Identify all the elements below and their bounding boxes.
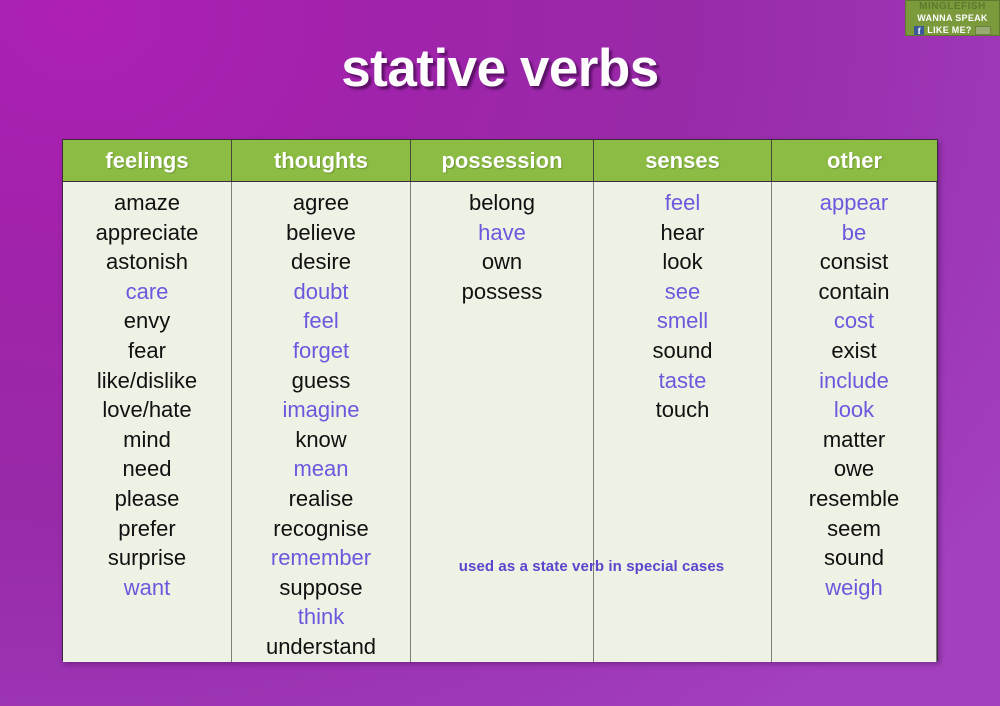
column-header-feelings: feelings [63, 140, 232, 181]
verb-item: resemble [808, 485, 900, 511]
verb-item: suppose [279, 574, 363, 600]
brand-tagline-line2: LIKE ME? [927, 25, 972, 35]
brand-flag-icon [974, 26, 991, 35]
verb-item: prefer [118, 515, 176, 541]
verb-item: hear [660, 219, 705, 245]
verb-item: cost [833, 308, 875, 334]
verb-item: realise [288, 485, 354, 511]
verb-item: guess [291, 367, 351, 393]
verb-item: consist [819, 249, 889, 275]
verb-item: feel [664, 190, 701, 215]
page-title: stative verbs [341, 39, 659, 98]
verb-item: doubt [293, 278, 349, 304]
verb-item: envy [123, 308, 171, 334]
verb-item: recognise [273, 515, 369, 541]
verb-item: sound [824, 545, 884, 571]
verb-item: taste [658, 367, 707, 393]
verb-item: look [662, 249, 703, 275]
stative-verbs-table: feelings thoughts possession senses othe… [62, 139, 938, 662]
verb-item: mind [123, 426, 171, 452]
column-header-thoughts: thoughts [232, 140, 411, 181]
verb-item: surprise [107, 545, 187, 571]
verb-item: touch [655, 397, 710, 423]
verb-item: possess [461, 278, 543, 304]
verb-item: astonish [106, 249, 188, 275]
verb-item: care [125, 278, 169, 304]
minglefish-brand-badge[interactable]: MINGLEFISH WANNA SPEAK f LIKE ME? [905, 0, 1000, 36]
verb-item: matter [822, 426, 886, 452]
verb-item: forget [292, 337, 350, 363]
verb-item: mean [293, 456, 349, 482]
verb-item: exist [831, 337, 877, 363]
verb-item: seem [827, 515, 881, 541]
verb-item: feel [303, 308, 339, 334]
verb-item: contain [818, 278, 890, 304]
verb-item: like/dislike [96, 367, 198, 393]
facebook-icon[interactable]: f [914, 25, 925, 35]
brand-tagline-line1: WANNA SPEAK [917, 13, 988, 23]
table-body-row: amaze appreciate astonish care envy fear like/… [63, 182, 937, 662]
verb-item: own [481, 249, 523, 275]
table-header-row: feelings thoughts possession senses othe… [63, 140, 937, 182]
verb-item: amaze [113, 190, 181, 215]
verb-item: include [819, 367, 889, 393]
verb-item: owe [833, 456, 875, 482]
verb-item: desire [291, 249, 351, 275]
column-body-possession: belong have own possess [411, 182, 594, 662]
column-body-other: appear be consist contain cost exist include lo… [772, 182, 937, 662]
verb-item: fear [128, 337, 166, 363]
verb-item: love/hate [102, 397, 192, 423]
verb-item: please [114, 485, 180, 511]
verb-item: remember [270, 545, 372, 571]
verb-item: know [295, 426, 347, 452]
verb-item: understand [265, 633, 377, 659]
verb-item: see [664, 278, 701, 304]
verb-item: weigh [825, 574, 883, 600]
column-header-other: other [827, 147, 882, 173]
verb-item: appreciate [95, 219, 199, 245]
brand-tagline-line2-row: f LIKE ME? [906, 24, 999, 35]
verb-item: be [841, 219, 867, 245]
column-body-thoughts: agree believe desire doubt feel forget guess im… [232, 182, 411, 662]
verb-item: belong [468, 190, 536, 215]
column-header-senses: senses [594, 140, 772, 181]
verb-item: need [122, 456, 172, 482]
column-body-feelings: amaze appreciate astonish care envy fear like/… [63, 182, 232, 662]
brand-name-text: MINGLEFISH [919, 1, 986, 12]
verb-item: appear [819, 190, 889, 215]
verb-item: think [297, 604, 345, 630]
slide-root: MINGLEFISH WANNA SPEAK f LIKE ME? stativ… [0, 0, 1000, 706]
verb-item: smell [656, 308, 709, 334]
verb-item: look [833, 397, 875, 423]
verb-item: believe [286, 219, 356, 245]
column-body-senses: feel hear look see smell sound taste touch [594, 182, 772, 662]
verb-item: imagine [282, 397, 360, 423]
verb-item: have [478, 219, 526, 245]
verb-item: agree [292, 190, 350, 215]
verb-item: want [123, 574, 171, 600]
column-header-possession: possession [411, 140, 594, 181]
verb-item: sound [652, 337, 713, 363]
